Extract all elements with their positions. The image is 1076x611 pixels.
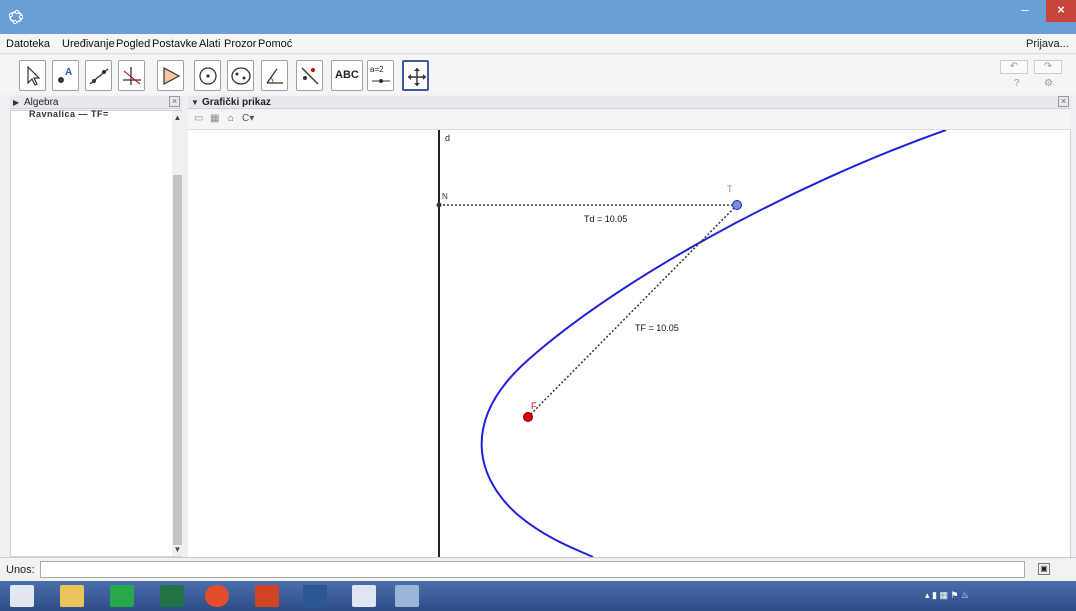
move-arrows-icon: [408, 68, 426, 86]
close-algebra-icon[interactable]: ×: [169, 96, 180, 107]
input-help-icon[interactable]: ▣: [1038, 563, 1050, 575]
start-icon[interactable]: [10, 585, 34, 607]
line-icon: [89, 68, 109, 85]
perpendicular-tool-button[interactable]: [118, 60, 145, 91]
scroll-up-icon[interactable]: ▲: [172, 113, 183, 122]
algebra-clipped-entry[interactable]: Ravnalica — TF=: [29, 109, 109, 119]
powerpoint-icon[interactable]: [255, 585, 279, 607]
menu-options[interactable]: Postavke: [152, 38, 197, 50]
help-icon[interactable]: ?: [1014, 78, 1020, 89]
input-label: Unos:: [6, 564, 35, 576]
triangle-icon: [163, 67, 181, 85]
word-icon[interactable]: [303, 585, 327, 607]
graphics-view[interactable]: d N T F Td = 10.05 TF = 10.05: [188, 130, 1071, 557]
axes-toggle-icon[interactable]: ▭: [194, 113, 203, 124]
menu-help[interactable]: Pomoć: [258, 38, 292, 50]
home-icon[interactable]: ⌂: [228, 113, 234, 124]
undo-button[interactable]: ↶: [1000, 60, 1028, 74]
input-field[interactable]: [40, 561, 1025, 578]
close-button[interactable]: ×: [1046, 0, 1076, 22]
graphics-title: Grafički prikaz: [202, 97, 271, 108]
menu-window[interactable]: Prozor: [224, 38, 256, 50]
point-icon: A: [58, 67, 72, 83]
parabola-curve[interactable]: [480, 130, 947, 557]
label-TF-distance: TF = 10.05: [635, 323, 679, 333]
geogebra-taskbar-icon[interactable]: [352, 585, 376, 607]
reflect-icon: [301, 67, 319, 85]
undo-redo-group: ↶ ↷: [1000, 60, 1064, 76]
move-tool-button[interactable]: [19, 60, 46, 91]
close-graphics-icon[interactable]: ×: [1058, 96, 1069, 107]
title-bar: – □ ×: [0, 0, 1076, 34]
toolbar: A ABC a=2 ↶ ↷ ? ⚙: [0, 55, 1076, 95]
label-F: F: [531, 401, 537, 411]
graphics-panel-header[interactable]: ▼ Grafički prikaz ×: [188, 96, 1071, 109]
expand-arrow-icon[interactable]: ▶: [13, 96, 19, 109]
text-tool-label: ABC: [335, 69, 359, 81]
point-capture-icon[interactable]: C▾: [242, 113, 254, 124]
perpendicular-icon: [123, 67, 141, 85]
algebra-panel-header[interactable]: ▶ Algebra ×: [10, 96, 182, 109]
paint-icon[interactable]: [395, 585, 419, 607]
file-explorer-icon[interactable]: [60, 585, 84, 607]
slider-tool-button[interactable]: a=2: [367, 60, 394, 91]
move-view-tool-button[interactable]: [402, 60, 429, 91]
arrow-cursor-icon: [27, 65, 41, 86]
ellipse-icon: [231, 67, 251, 85]
text-tool-button[interactable]: ABC: [331, 60, 363, 91]
algebra-title: Algebra: [24, 97, 59, 108]
graphics-canvas[interactable]: d N T F Td = 10.05 TF = 10.05: [188, 130, 1071, 557]
menu-edit[interactable]: Uređivanje: [62, 38, 115, 50]
store-icon[interactable]: [110, 585, 134, 607]
minimize-button[interactable]: –: [1010, 0, 1040, 22]
polygon-tool-button[interactable]: [157, 60, 184, 91]
algebra-scrollbar[interactable]: ▲ ▼: [172, 111, 183, 556]
point-tool-button[interactable]: A: [52, 60, 79, 91]
redo-button[interactable]: ↷: [1034, 60, 1062, 74]
label-N: N: [442, 192, 448, 201]
angle-tool-button[interactable]: [261, 60, 288, 91]
graphics-style-bar: ▭ ▦ ⌂ C▾: [188, 110, 1071, 130]
system-tray-icons[interactable]: ▴ ▮ ▦ ⚑ ♨: [925, 590, 969, 601]
scroll-down-icon[interactable]: ▼: [172, 545, 183, 554]
algebra-view[interactable]: Ravnalica — TF= ▲ ▼: [10, 109, 183, 557]
grid-toggle-icon[interactable]: ▦: [210, 113, 219, 124]
circle-tool-button[interactable]: [194, 60, 221, 91]
menu-file[interactable]: Datoteka: [6, 38, 50, 50]
segment-TF[interactable]: [527, 204, 738, 418]
conic-tool-button[interactable]: [227, 60, 254, 91]
menu-view[interactable]: Pogled: [116, 38, 150, 50]
point-F[interactable]: [523, 412, 533, 422]
chrome-icon[interactable]: [205, 585, 229, 607]
label-d: d: [445, 133, 450, 143]
excel-icon[interactable]: [160, 585, 184, 607]
svg-text:A: A: [65, 67, 72, 78]
point-T[interactable]: [732, 200, 742, 210]
circle-icon: [199, 67, 217, 85]
sign-in-link[interactable]: Prijava...: [1026, 38, 1069, 50]
line-tool-button[interactable]: [85, 60, 112, 91]
input-bar: Unos: ▣: [0, 557, 1076, 581]
menu-bar: Datoteka Uređivanje Pogled Postavke Alat…: [0, 34, 1076, 54]
angle-icon: [266, 68, 283, 84]
point-N[interactable]: [436, 202, 442, 208]
gear-icon[interactable]: ⚙: [1044, 78, 1053, 89]
reflect-tool-button[interactable]: [296, 60, 323, 91]
menu-tools[interactable]: Alati: [199, 38, 220, 50]
scrollbar-thumb[interactable]: [173, 175, 182, 545]
windows-taskbar: ▴ ▮ ▦ ⚑ ♨: [0, 581, 1076, 611]
label-Td-distance: Td = 10.05: [584, 214, 627, 224]
geogebra-app-icon: [8, 9, 24, 25]
collapse-arrow-icon[interactable]: ▼: [191, 96, 199, 109]
label-T: T: [727, 184, 733, 194]
slider-icon: [372, 79, 390, 83]
